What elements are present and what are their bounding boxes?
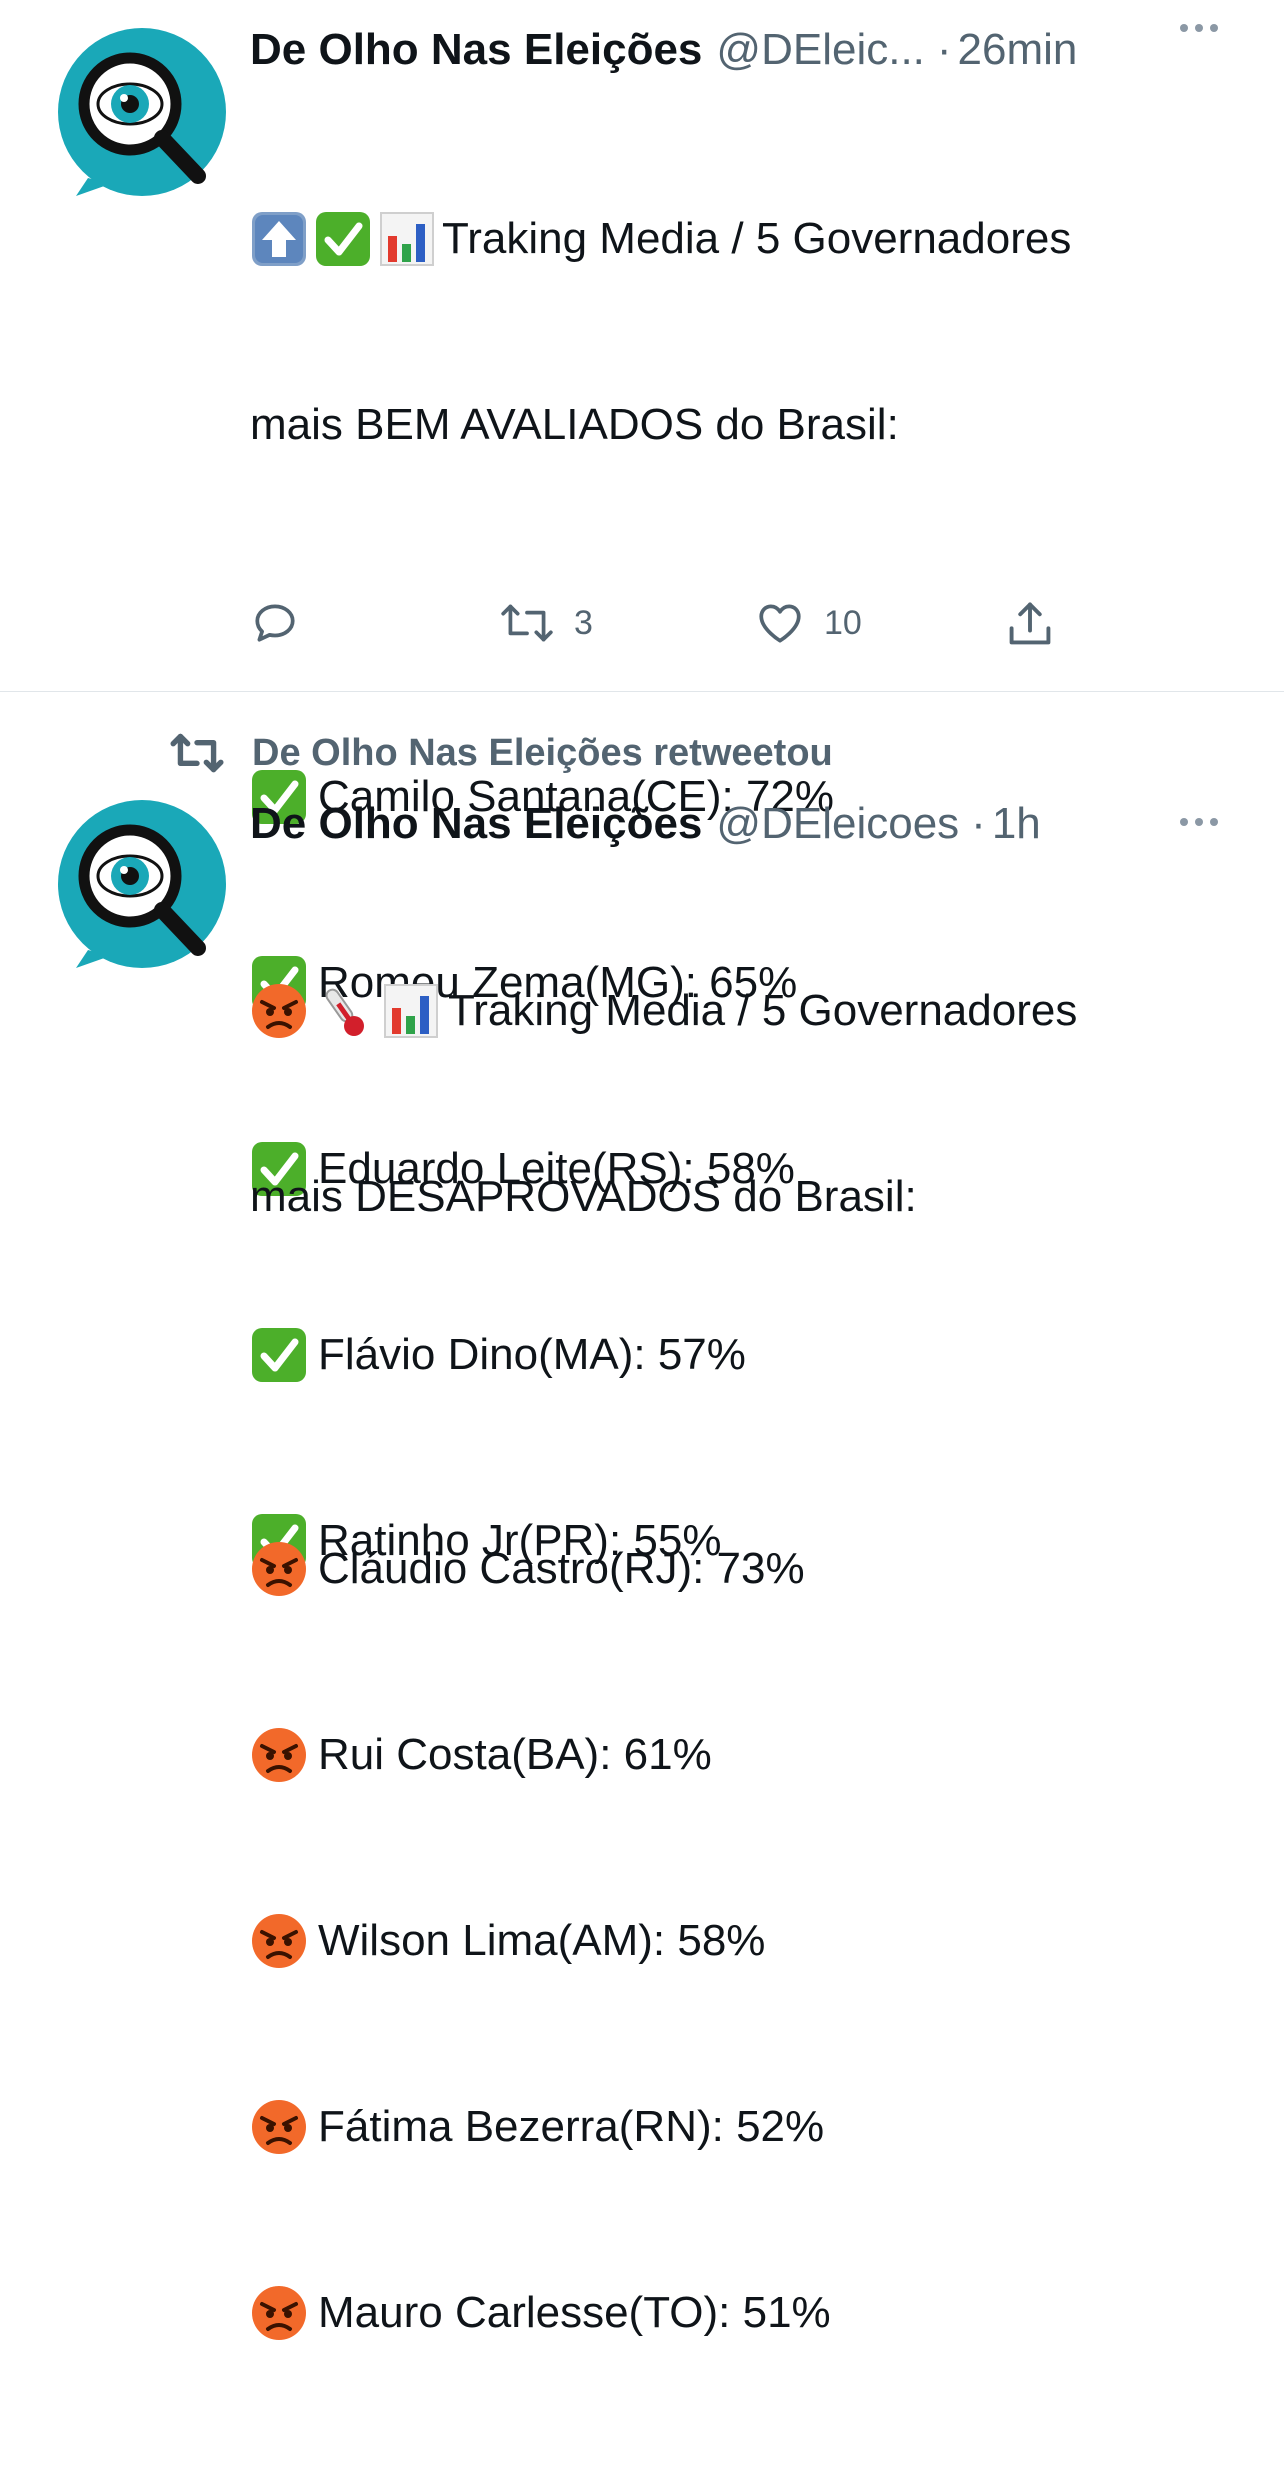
list-item: Cláudio Castro(RJ): 73% [250, 1538, 1224, 1600]
tweet-2[interactable]: De Olho Nas Eleições @DEleicoes · 1h Tra… [0, 792, 1284, 1368]
angry-face-emoji [250, 2098, 308, 2156]
heading-line-2: mais BEM AVALIADOS do Brasil: [250, 394, 1224, 456]
heading-text: Traking Media / 5 Governadores [442, 214, 1072, 263]
share-icon [1009, 602, 1051, 645]
tweet-1[interactable]: De Olho Nas Eleições @DEleic... · 26min … [0, 0, 1284, 691]
list-item: Fátima Bezerra(RN): 52% [250, 2096, 1224, 2158]
timestamp[interactable]: 1h [992, 794, 1041, 854]
check-mark-emoji [314, 210, 372, 268]
angry-face-emoji [250, 1540, 308, 1598]
list-item: Rui Costa(BA): 61% [250, 1724, 1224, 1786]
profile-avatar[interactable] [58, 28, 226, 196]
heart-icon [759, 604, 801, 643]
list-item-text: Wilson Lima(AM): 58% [318, 1916, 766, 1965]
tweet-header: De Olho Nas Eleições @DEleicoes · 1h [250, 794, 1224, 854]
timestamp[interactable]: 26min [958, 20, 1078, 80]
list-item: Wilson Lima(AM): 58% [250, 1910, 1224, 1972]
heading-line-2: mais DESAPROVADOS do Brasil: [250, 1166, 1224, 1228]
like-count: 10 [824, 603, 862, 642]
heading-line: Traking Media / 5 Governadores [250, 980, 1224, 1042]
display-name[interactable]: De Olho Nas Eleições [250, 20, 702, 80]
tweet-divider [0, 691, 1284, 692]
tweet-text: Traking Media / 5 Governadores mais DESA… [250, 856, 1224, 2468]
angry-face-emoji [250, 1726, 308, 1784]
tweet-actions: 3 10 [250, 598, 1070, 658]
list-item-text: Mauro Carlesse(TO): 51% [318, 2288, 831, 2337]
reply-icon [255, 604, 295, 642]
display-name[interactable]: De Olho Nas Eleições [250, 794, 702, 854]
heading-text-2: mais DESAPROVADOS do Brasil: [250, 1172, 917, 1221]
retweet-button[interactable]: 3 [498, 598, 593, 648]
retweeted-by-text: De Olho Nas Eleições retweetou [252, 731, 833, 774]
up-arrow-emoji [250, 210, 308, 268]
retweet-icon [501, 604, 553, 642]
profile-avatar[interactable] [58, 800, 226, 968]
heading-text-2: mais BEM AVALIADOS do Brasil: [250, 400, 899, 449]
user-handle[interactable]: @DEleicoes [716, 794, 959, 854]
retweet-icon [170, 733, 224, 773]
reply-button[interactable] [250, 598, 318, 648]
more-options-icon[interactable] [1180, 24, 1218, 32]
heading-text: Traking Media / 5 Governadores [448, 986, 1078, 1035]
retweet-count: 3 [574, 603, 593, 642]
list-item-text: Fátima Bezerra(RN): 52% [318, 2102, 825, 2151]
separator-dot: · [971, 799, 986, 848]
retweeted-by-label[interactable]: De Olho Nas Eleições retweetou [168, 728, 833, 778]
separator-dot: · [936, 25, 952, 74]
bar-chart-emoji [378, 210, 436, 268]
more-options-icon[interactable] [1180, 818, 1218, 826]
thermometer-emoji [316, 982, 374, 1040]
tweet-header: De Olho Nas Eleições @DEleic... · 26min [250, 20, 1224, 80]
list-item: Mauro Carlesse(TO): 51% [250, 2282, 1224, 2344]
list-item-text: Rui Costa(BA): 61% [318, 1730, 712, 1779]
angry-face-emoji [250, 1912, 308, 1970]
list-item-text: Cláudio Castro(RJ): 73% [318, 1544, 805, 1593]
share-button[interactable] [1004, 598, 1056, 650]
angry-face-emoji [250, 982, 308, 1040]
user-handle[interactable]: @DEleic... [716, 20, 924, 80]
angry-face-emoji [250, 2284, 308, 2342]
like-button[interactable]: 10 [754, 598, 862, 648]
bar-chart-emoji [382, 982, 440, 1040]
heading-line: Traking Media / 5 Governadores [250, 208, 1224, 270]
